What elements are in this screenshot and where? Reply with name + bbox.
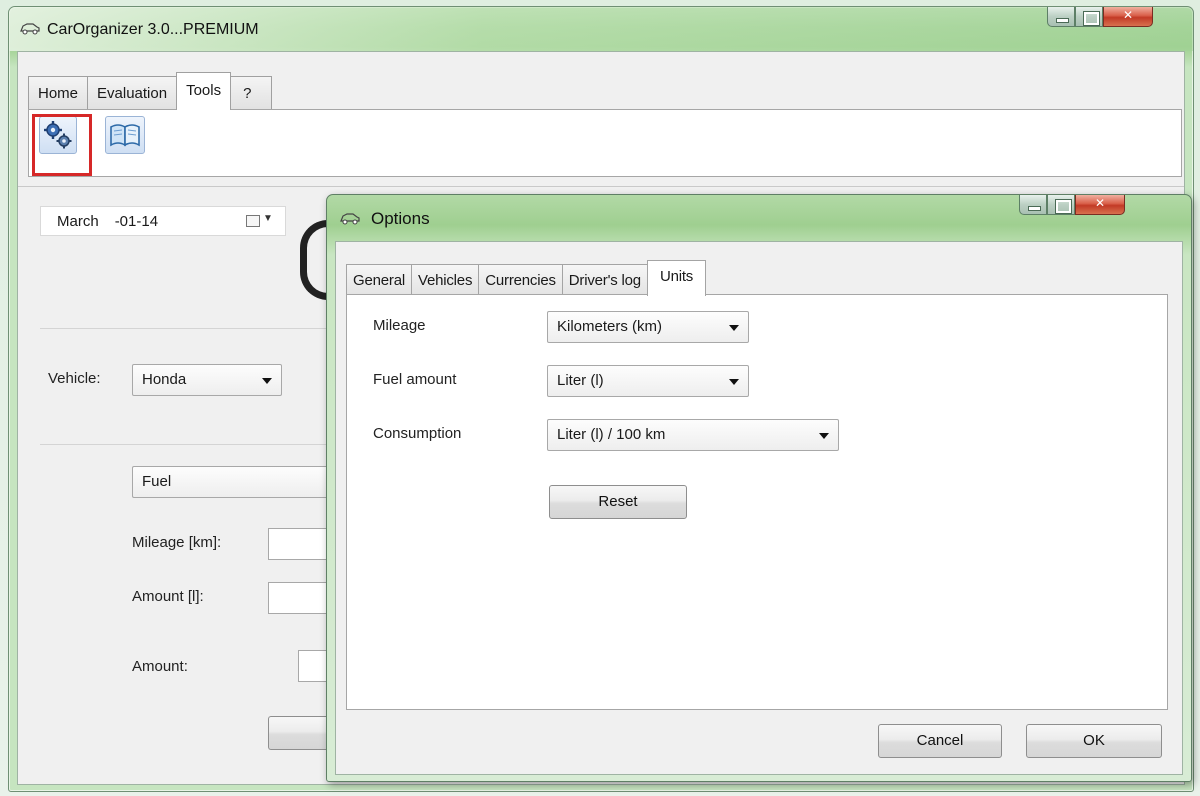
entry-type-value: Fuel: [142, 473, 172, 490]
fuel-amount-value: Liter (l): [557, 372, 604, 389]
reset-button[interactable]: Reset: [549, 485, 687, 519]
ribbon-tabs: Home Evaluation Tools ?: [28, 72, 273, 110]
divider: [40, 328, 340, 329]
date-month: March: [57, 213, 99, 230]
options-caption-buttons: ✕: [1019, 195, 1125, 221]
tab-drivers-log[interactable]: Driver's log: [561, 264, 648, 296]
date-text: March -01-14: [57, 213, 158, 230]
options-client-area: General Vehicles Currencies Driver's log…: [335, 241, 1183, 775]
tab-evaluation[interactable]: Evaluation: [87, 76, 178, 110]
chevron-down-icon[interactable]: ▼: [263, 213, 273, 224]
close-button[interactable]: ✕: [1103, 7, 1153, 27]
units-panel: Mileage Kilometers (km) Fuel amount Lite…: [346, 294, 1168, 710]
consumption-label: Consumption: [373, 425, 462, 442]
chevron-down-icon: [729, 325, 739, 331]
options-close-button[interactable]: ✕: [1075, 195, 1125, 215]
manual-book-icon: [110, 124, 140, 147]
chevron-down-icon: [729, 379, 739, 385]
mileage-unit-select[interactable]: Kilometers (km): [547, 311, 749, 343]
tab-units[interactable]: Units: [646, 260, 707, 296]
consumption-select[interactable]: Liter (l) / 100 km: [547, 419, 839, 451]
ok-button[interactable]: OK: [1026, 724, 1162, 758]
close-icon: ✕: [1122, 8, 1134, 22]
main-titlebar[interactable]: CarOrganizer 3.0...PREMIUM ✕: [9, 7, 1193, 51]
date-picker[interactable]: March -01-14 ▼: [40, 206, 286, 236]
amount-label: Amount:: [132, 658, 188, 675]
tab-tools[interactable]: Tools: [176, 72, 232, 110]
options-maximize-button[interactable]: [1047, 195, 1075, 215]
manual-button[interactable]: [105, 116, 145, 154]
options-dialog: Options ✕ General Vehicles Currencies Dr…: [326, 194, 1192, 782]
vehicle-value: Honda: [142, 371, 187, 388]
window-title: CarOrganizer 3.0...PREMIUM: [47, 21, 259, 38]
options-title: Options: [371, 209, 430, 228]
fuel-amount-label: Fuel amount: [373, 371, 457, 388]
tab-home[interactable]: Home: [28, 76, 89, 110]
tab-vehicles[interactable]: Vehicles: [410, 264, 480, 296]
fuel-amount-select[interactable]: Liter (l): [547, 365, 749, 397]
car-icon: [340, 213, 360, 225]
mileage-unit-label: Mileage: [373, 317, 426, 334]
ribbon-divider: [18, 186, 1184, 187]
options-tabs: General Vehicles Currencies Driver's log…: [346, 260, 707, 296]
vehicle-select[interactable]: Honda: [132, 364, 282, 396]
close-icon: ✕: [1094, 196, 1106, 210]
cancel-button[interactable]: Cancel: [878, 724, 1002, 758]
car-icon: [20, 23, 40, 35]
minimize-button[interactable]: [1047, 7, 1075, 27]
chevron-down-icon: [819, 433, 829, 439]
settings-button-highlight: [32, 114, 92, 176]
mileage-unit-value: Kilometers (km): [557, 318, 663, 335]
entry-type-select[interactable]: Fuel: [132, 466, 352, 498]
tab-general[interactable]: General: [346, 264, 412, 296]
ribbon-panel: [28, 109, 1182, 177]
maximize-button[interactable]: [1075, 7, 1103, 27]
date-day: -01-14: [114, 213, 159, 230]
vehicle-label: Vehicle:: [48, 370, 101, 387]
calendar-icon[interactable]: [246, 215, 260, 227]
chevron-down-icon: [262, 378, 272, 384]
options-titlebar[interactable]: Options ✕: [327, 195, 1191, 239]
options-minimize-button[interactable]: [1019, 195, 1047, 215]
amount-l-label: Amount [l]:: [132, 588, 204, 605]
tab-currencies[interactable]: Currencies: [478, 264, 563, 296]
divider: [40, 444, 340, 445]
mileage-km-label: Mileage [km]:: [132, 534, 222, 551]
tab-help[interactable]: ?: [230, 76, 273, 110]
caption-buttons: ✕: [1047, 7, 1153, 33]
consumption-value: Liter (l) / 100 km: [557, 426, 666, 443]
